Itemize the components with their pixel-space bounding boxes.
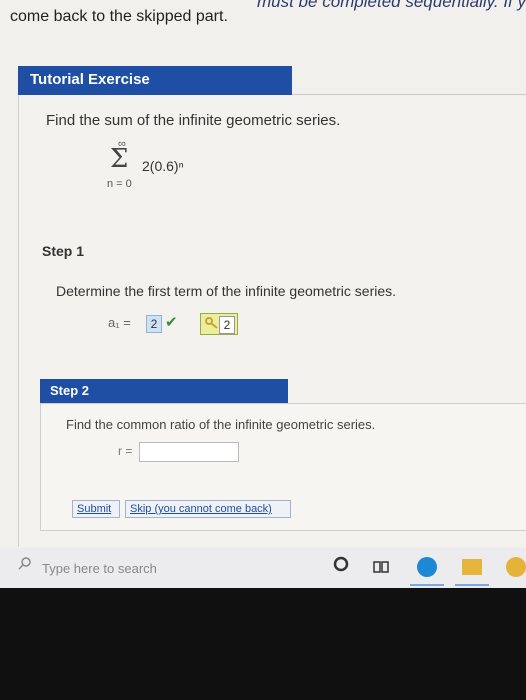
chrome-icon[interactable] [506,557,526,577]
sigma-icon: Σ [110,144,129,174]
a1-answer-field[interactable]: 2 [146,315,162,333]
hint-value: 2 [219,316,235,334]
series-term: 2(0.6)ⁿ [142,158,184,174]
taskbar-search-input[interactable]: Type here to search [42,561,157,576]
search-icon[interactable] [18,556,32,573]
explorer-active-indicator [455,584,489,586]
edge-active-indicator [410,584,444,586]
correct-check-icon: ✔ [165,314,178,331]
monitor-bezel [0,588,526,700]
answer-hint-button[interactable]: 2 [200,313,238,335]
top-instruction-text: come back to the skipped part. [10,8,228,25]
submit-button[interactable]: Submit [72,500,120,518]
task-view-icon[interactable] [373,559,389,578]
skip-button[interactable]: Skip (you cannot come back) [125,500,291,518]
sigma-lower-limit: n = 0 [107,178,132,190]
key-icon [205,316,219,333]
file-explorer-icon[interactable] [462,559,482,575]
edge-icon[interactable] [417,557,437,577]
series-expression: ∞ Σ 2(0.6)ⁿ n = 0 [104,138,214,196]
question-text: Find the sum of the infinite geometric s… [46,112,341,129]
top-cut-text: must be completed sequentially. If y [257,0,526,11]
step2-header: Step 2 [40,379,288,403]
r-label: r = [118,444,133,458]
step2-text: Find the common ratio of the infinite ge… [66,417,376,432]
tutorial-header: Tutorial Exercise [18,66,292,95]
cortana-icon[interactable] [333,556,349,577]
windows-taskbar: Type here to search [0,548,526,588]
step1-text: Determine the first term of the infinite… [56,283,397,299]
a1-answer-row: a₁ = 2 ✔ 2 [108,313,248,337]
a1-label: a₁ = [108,315,131,330]
r-input[interactable] [139,442,239,462]
step1-label: Step 1 [42,243,85,259]
